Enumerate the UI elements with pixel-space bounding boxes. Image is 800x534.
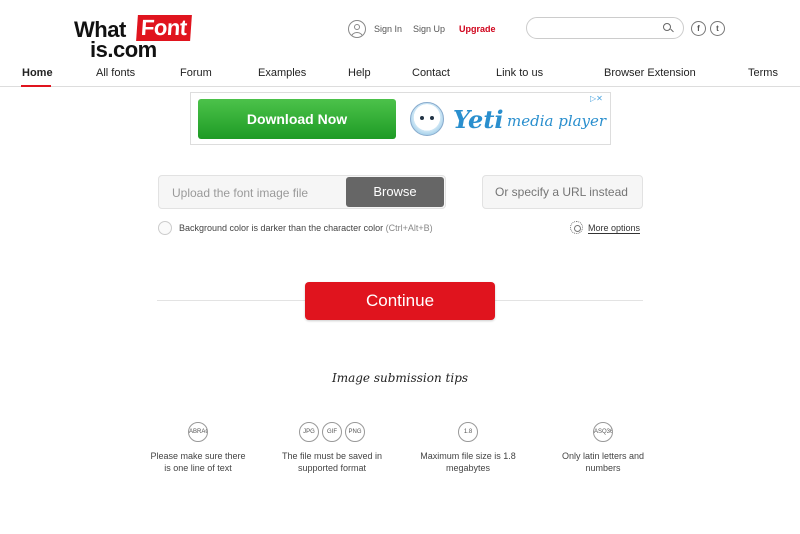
tips-title: Image submission tips <box>331 371 469 385</box>
nav-all-fonts[interactable]: All fonts <box>96 67 135 79</box>
more-options-link[interactable]: More options <box>588 223 641 234</box>
tip-text-line: megabytes <box>445 463 491 473</box>
divider-left <box>157 300 305 301</box>
tip-text-line: numbers <box>585 463 621 473</box>
tip-text-line: Only latin letters and <box>561 451 645 461</box>
tip-text-line: Please make sure there <box>150 451 246 461</box>
gif-badge-icon: GIF <box>322 422 342 442</box>
nav-terms[interactable]: Terms <box>748 67 778 79</box>
upload-field[interactable]: Upload the font image file Browse <box>158 175 446 209</box>
tip-one-line: ABRAC Please make sure there is one line … <box>133 422 263 474</box>
ad-brand: Yeti <box>453 105 504 134</box>
png-badge-icon: PNG <box>345 422 365 442</box>
main-nav: Home All fonts Forum Examples Help Conta… <box>0 60 800 87</box>
jpg-badge-icon: JPG <box>299 422 319 442</box>
sign-in-link[interactable]: Sign In <box>374 24 402 34</box>
upload-label: Upload the font image file <box>172 186 309 200</box>
tip-file-size: 1.8 Maximum file size is 1.8 megabytes <box>403 422 533 474</box>
gear-icon[interactable] <box>570 221 583 234</box>
continue-button[interactable]: Continue <box>305 282 495 320</box>
ad-banner[interactable]: Download Now Yeti media player ▷✕ <box>190 92 611 145</box>
background-option-label: Background color is darker than the char… <box>179 223 433 233</box>
nav-examples[interactable]: Examples <box>258 67 306 79</box>
nav-home[interactable]: Home <box>22 67 53 79</box>
ad-product: media player <box>507 112 607 130</box>
ad-download-button[interactable]: Download Now <box>198 99 396 139</box>
nav-forum[interactable]: Forum <box>180 67 212 79</box>
tip-text-line: Maximum file size is 1.8 <box>420 451 516 461</box>
tip-file-format: JPG GIF PNG The file must be saved in sup… <box>267 422 397 474</box>
file-size-badge-icon: 1.8 <box>458 422 478 442</box>
ad-choices-icon[interactable]: ▷✕ <box>590 94 608 103</box>
upgrade-link[interactable]: Upgrade <box>459 24 496 34</box>
search-box <box>526 17 684 39</box>
active-nav-indicator <box>21 85 51 87</box>
user-icon[interactable] <box>348 20 366 38</box>
nav-link-to-us[interactable]: Link to us <box>496 67 543 79</box>
background-option-shortcut: (Ctrl+Alt+B) <box>385 223 433 233</box>
search-icon[interactable] <box>663 23 671 31</box>
tip-text-line: is one line of text <box>164 463 232 473</box>
tip-text-line: supported format <box>297 463 367 473</box>
latin-letters-badge-icon: ASQ36 <box>593 422 613 442</box>
nav-contact[interactable]: Contact <box>412 67 450 79</box>
background-option-text: Background color is darker than the char… <box>179 223 384 233</box>
tip-latin-letters: ASQ36 Only latin letters and numbers <box>538 422 668 474</box>
tip-text-line: The file must be saved in <box>281 451 383 461</box>
sample-text-badge-icon: ABRAC <box>188 422 208 442</box>
url-input[interactable] <box>482 175 643 209</box>
site-logo[interactable]: What Font is.com <box>74 15 198 62</box>
sign-up-link[interactable]: Sign Up <box>413 24 445 34</box>
twitter-icon[interactable]: t <box>710 21 725 36</box>
nav-help[interactable]: Help <box>348 67 371 79</box>
facebook-icon[interactable]: f <box>691 21 706 36</box>
browse-button[interactable]: Browse <box>346 177 444 207</box>
nav-browser-extension[interactable]: Browser Extension <box>604 67 696 79</box>
search-input[interactable] <box>535 21 655 35</box>
divider-right <box>495 300 643 301</box>
background-darker-radio[interactable] <box>158 221 172 235</box>
yeti-mascot-icon <box>410 102 444 136</box>
